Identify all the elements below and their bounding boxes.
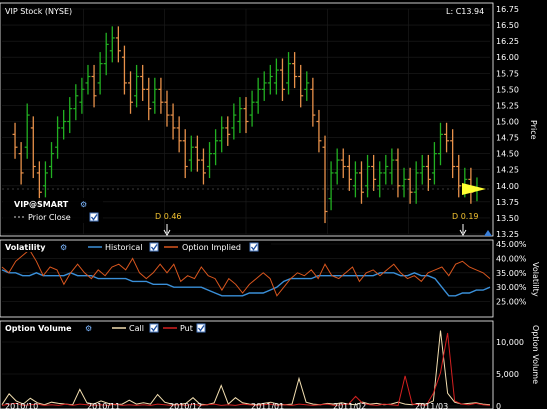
price-tick-label: 16.25 — [496, 37, 519, 46]
x-axis-label: 2011/01 — [251, 402, 284, 409]
volatility-axis-title: Volatility — [531, 262, 540, 297]
put-legend-label: Put — [180, 324, 193, 333]
x-axis-label: 2010/11 — [87, 402, 120, 409]
price-tick-label: 15.50 — [496, 85, 519, 94]
volatility-tick-label: 35.00% — [496, 269, 527, 278]
volume-tick-label: 5,000 — [496, 370, 519, 379]
x-axis-label: 2011/02 — [333, 402, 366, 409]
x-axis-label: 2010/12 — [169, 402, 202, 409]
option-volume-title: Option Volume — [5, 324, 72, 333]
dividend-label-1: D 0.46 — [155, 212, 182, 221]
volatility-title: Volatility — [5, 243, 46, 252]
volatility-tick-label: 40.00% — [496, 254, 527, 263]
price-tick-label: 14.50 — [496, 150, 519, 159]
price-legend[interactable]: VIP@SMART ⚙ Prior Close — [3, 198, 103, 223]
price-tick-label: 13.75 — [496, 198, 519, 207]
price-tick-label: 14.25 — [496, 166, 519, 175]
last-price-label: L: C13.94 — [446, 7, 484, 16]
wrench-icon[interactable]: ⚙ — [80, 200, 87, 209]
price-tick-label: 16.75 — [496, 5, 519, 14]
option-volume-panel — [0, 320, 494, 409]
volume-tick-label: 0 — [496, 402, 501, 409]
stock-chart: 13.25 13.50 13.75 14.00 14.25 14.50 14.75 15.00… — [0, 2, 540, 409]
volatility-tick-label: 45.00% — [496, 240, 527, 249]
volatility-wrench-icon[interactable]: ⚙ — [60, 243, 67, 252]
volatility-tick-label: 25.00% — [496, 298, 527, 307]
x-axis-label: 2010/10 — [5, 402, 38, 409]
price-tick-label: 14.00 — [496, 182, 519, 191]
legend-symbol: VIP@SMART — [14, 200, 69, 209]
call-legend-label: Call — [129, 324, 144, 333]
legend-prior-close: Prior Close — [28, 213, 71, 222]
price-tick-label: 16.50 — [496, 21, 519, 30]
option-volume-axis-title: Option Volume — [531, 325, 540, 384]
price-tick-label: 13.25 — [496, 230, 519, 239]
price-tick-label: 15.25 — [496, 101, 519, 110]
x-axis-label: 2011/03 — [415, 402, 448, 409]
price-tick-label: 14.75 — [496, 134, 519, 143]
price-tick-label: 15.00 — [496, 118, 519, 127]
historical-legend-label: Historical — [105, 243, 142, 252]
symbol-title: VIP Stock (NYSE) — [5, 7, 72, 16]
dividend-label-2: D 0.19 — [452, 212, 479, 221]
price-tick-label: 13.50 — [496, 214, 519, 223]
volume-tick-label: 10,000 — [496, 338, 524, 347]
price-tick-label: 15.75 — [496, 69, 519, 78]
volatility-tick-label: 30.00% — [496, 283, 527, 292]
price-tick-label: 16.00 — [496, 53, 519, 62]
price-axis-title: Price — [529, 120, 538, 140]
option-volume-wrench-icon[interactable]: ⚙ — [85, 324, 92, 333]
implied-legend-label: Option Implied — [182, 243, 241, 252]
